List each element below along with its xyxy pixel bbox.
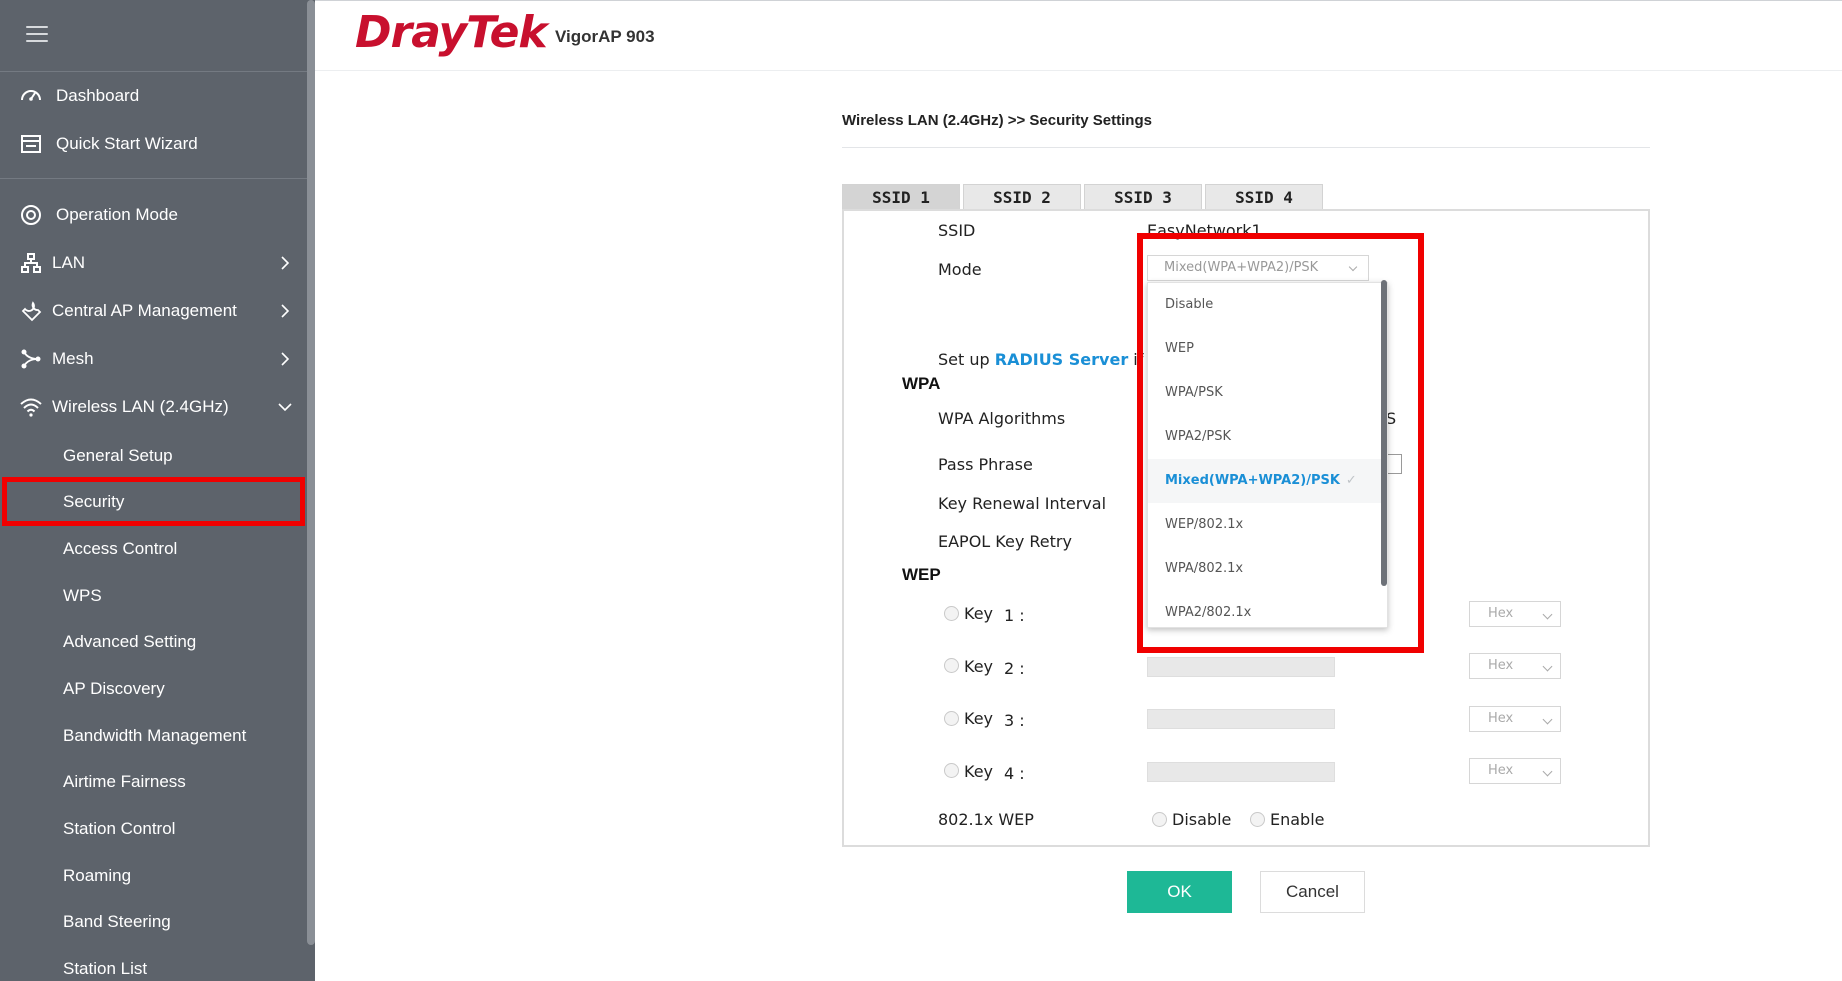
wep-key-3-radio[interactable] [944, 711, 959, 726]
breadcrumb-divider [842, 147, 1650, 148]
sidebar-subitem-band-steering[interactable]: Band Steering [0, 899, 307, 945]
eapol-key-retry-label: EAPOL Key Retry [938, 532, 1072, 551]
sidebar-item-label: LAN [52, 253, 86, 272]
wep-key-2-format: Hex [1488, 658, 1514, 673]
sidebar-item-mesh[interactable]: Mesh [0, 336, 307, 382]
top-bar: DrayTek VigorAP 903 [315, 0, 1842, 71]
wpa-algorithms-label: WPA Algorithms [938, 409, 1066, 428]
chevron-down-icon [278, 403, 292, 412]
wep-key-1-format: Hex [1488, 606, 1514, 621]
wifi-icon [16, 392, 46, 422]
wep-key-2-format-select[interactable]: Hex [1469, 653, 1561, 679]
tab-ssid-3[interactable]: SSID 3 [1084, 184, 1202, 210]
wep-key-3-num: 3 : [1004, 711, 1025, 730]
wep-section-title: WEP [902, 565, 941, 584]
key-renewal-label: Key Renewal Interval [938, 494, 1107, 513]
sidebar-item-operation-mode[interactable]: Operation Mode [0, 192, 307, 238]
wep-key-3-format: Hex [1488, 711, 1514, 726]
wrench-icon [16, 296, 46, 326]
wep-key-4-input[interactable] [1147, 762, 1335, 782]
sidebar-item-lan[interactable]: LAN [0, 240, 307, 286]
radius-prefix: Set up [938, 350, 995, 369]
sidebar-subitem-roaming[interactable]: Roaming [0, 853, 307, 899]
wep-key-2-radio[interactable] [944, 658, 959, 673]
sidebar-subitem-wps[interactable]: WPS [0, 573, 307, 619]
tab-ssid-2[interactable]: SSID 2 [963, 184, 1081, 210]
wep-key-2-input[interactable] [1147, 657, 1335, 677]
sidebar-divider [0, 71, 307, 72]
wpa-section-title: WPA [902, 374, 941, 393]
wep-key-3-format-select[interactable]: Hex [1469, 706, 1561, 732]
wizard-icon [16, 129, 46, 159]
sidebar-item-dashboard[interactable]: Dashboard [0, 73, 307, 119]
sidebar-subitem-general-setup[interactable]: General Setup [0, 433, 307, 479]
sidebar-item-label: Mesh [52, 349, 94, 368]
chevron-down-icon [1542, 609, 1553, 620]
sidebar-divider [0, 178, 307, 179]
sidebar-subitem-bandwidth-management[interactable]: Bandwidth Management [0, 713, 307, 759]
wep-8021x-enable-radio[interactable] [1250, 812, 1265, 827]
cancel-button[interactable]: Cancel [1260, 871, 1365, 913]
lan-icon [16, 248, 46, 278]
mode-label: Mode [938, 260, 982, 279]
wep-key-2-num: 2 : [1004, 659, 1025, 678]
sidebar-item-wireless-lan[interactable]: Wireless LAN (2.4GHz) [0, 384, 307, 430]
operation-mode-icon [16, 200, 46, 230]
mesh-icon [16, 344, 46, 374]
wep-8021x-disable-radio[interactable] [1152, 812, 1167, 827]
sidebar-subitem-station-control[interactable]: Station Control [0, 806, 307, 852]
wep-8021x-disable-label: Disable [1172, 810, 1232, 829]
sidebar-item-label: Dashboard [56, 86, 140, 105]
draytek-logo: DrayTek [355, 7, 548, 58]
sidebar-subitem-ap-discovery[interactable]: AP Discovery [0, 666, 307, 712]
model-name: VigorAP 903 [555, 27, 655, 46]
ok-button[interactable]: OK [1127, 871, 1232, 913]
pass-phrase-label: Pass Phrase [938, 455, 1033, 474]
chevron-right-icon [281, 304, 290, 318]
radius-server-link[interactable]: RADIUS Server [995, 350, 1128, 369]
ssid-tabs: SSID 1 SSID 2 SSID 3 SSID 4 [842, 184, 1323, 210]
tab-ssid-1[interactable]: SSID 1 [842, 184, 960, 210]
wep-8021x-label: 802.1x WEP [938, 810, 1034, 829]
sidebar: Dashboard Quick Start Wizard Operation M… [0, 0, 315, 981]
menu-icon[interactable] [26, 26, 48, 44]
wep-key-1-num: 1 : [1004, 606, 1025, 625]
sidebar-item-label: Wireless LAN (2.4GHz) [52, 397, 229, 416]
chevron-right-icon [281, 256, 290, 270]
sidebar-item-central-ap-management[interactable]: Central AP Management [0, 288, 307, 334]
chevron-down-icon [1542, 714, 1553, 725]
wep-key-4-label: Key [964, 762, 994, 781]
wep-8021x-enable-label: Enable [1270, 810, 1325, 829]
sidebar-item-quick-start-wizard[interactable]: Quick Start Wizard [0, 121, 307, 167]
wep-key-1-label: Key [964, 604, 994, 623]
wep-key-2-label: Key [964, 657, 994, 676]
chevron-down-icon [1542, 766, 1553, 777]
dashboard-icon [16, 81, 46, 111]
wep-key-3-input[interactable] [1147, 709, 1335, 729]
ssid-label: SSID [938, 221, 976, 240]
wep-key-4-radio[interactable] [944, 763, 959, 778]
chevron-down-icon [1542, 661, 1553, 672]
wep-key-4-format-select[interactable]: Hex [1469, 758, 1561, 784]
sidebar-item-label: Quick Start Wizard [56, 134, 198, 153]
highlight-box-mode-dropdown [1137, 233, 1424, 653]
breadcrumb: Wireless LAN (2.4GHz) >> Security Settin… [842, 112, 1152, 129]
wep-key-3-label: Key [964, 709, 994, 728]
highlight-box-security [2, 477, 305, 526]
sidebar-subitem-access-control[interactable]: Access Control [0, 526, 307, 572]
sidebar-item-label: Central AP Management [52, 301, 237, 320]
wep-key-1-format-select[interactable]: Hex [1469, 601, 1561, 627]
chevron-right-icon [281, 352, 290, 366]
wep-key-4-num: 4 : [1004, 764, 1025, 783]
sidebar-scrollbar[interactable] [307, 0, 315, 945]
sidebar-subitem-station-list[interactable]: Station List [0, 946, 307, 981]
wep-key-1-radio[interactable] [944, 606, 959, 621]
wep-key-4-format: Hex [1488, 763, 1514, 778]
radius-text: Set up RADIUS Server if 80 [938, 350, 1169, 369]
sidebar-item-label: Operation Mode [56, 205, 178, 224]
sidebar-subitem-airtime-fairness[interactable]: Airtime Fairness [0, 759, 307, 805]
sidebar-subitem-advanced-setting[interactable]: Advanced Setting [0, 619, 307, 665]
tab-ssid-4[interactable]: SSID 4 [1205, 184, 1323, 210]
